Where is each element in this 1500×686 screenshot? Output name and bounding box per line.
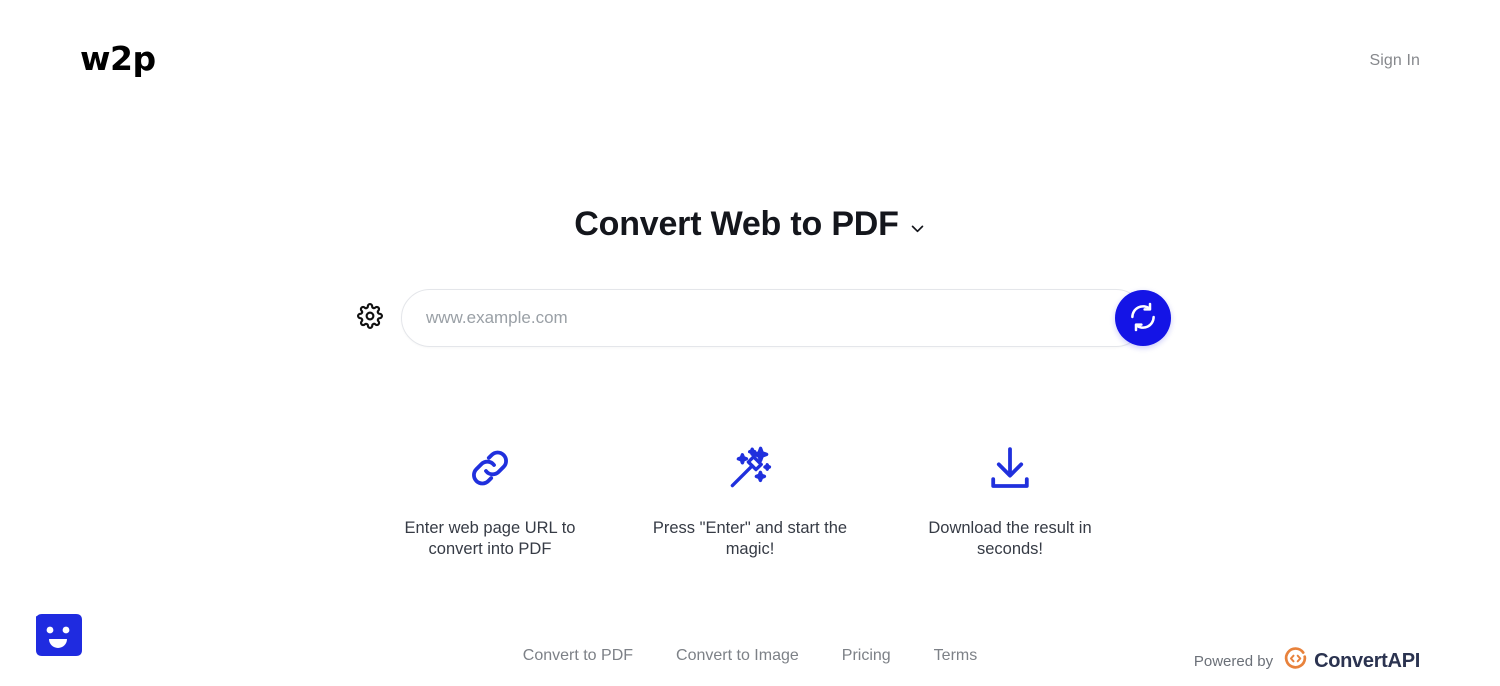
powered-by-label: Powered by — [1193, 652, 1274, 670]
conversion-type-selector[interactable]: Convert Web to PDF — [574, 205, 925, 244]
site-logo[interactable]: w2p — [80, 42, 156, 75]
footer-link-convert-to-pdf[interactable]: Convert to PDF — [523, 647, 633, 665]
download-icon — [986, 440, 1034, 496]
chat-widget-button[interactable] — [32, 610, 84, 662]
url-input-shell — [401, 289, 1171, 347]
feature-list: Enter web page URL to convert into PDF P… — [0, 440, 1500, 561]
page-title: Convert Web to PDF — [574, 205, 899, 243]
powered-by-badge[interactable]: Powered by ConvertAPI — [1194, 646, 1420, 676]
settings-gear-button[interactable] — [355, 302, 385, 334]
feature-caption: Press "Enter" and start the magic! — [652, 519, 848, 559]
url-input[interactable] — [401, 289, 1145, 347]
feature-item-magic: Press "Enter" and start the magic! — [620, 440, 880, 561]
footer-link-pricing[interactable]: Pricing — [842, 647, 891, 665]
feature-caption: Download the result in seconds! — [928, 519, 1092, 559]
refresh-convert-icon — [1128, 302, 1158, 335]
url-conversion-form — [355, 288, 1171, 348]
footer-link-terms[interactable]: Terms — [934, 647, 978, 665]
sign-in-link[interactable]: Sign In — [1369, 52, 1420, 70]
footer-link-convert-to-image[interactable]: Convert to Image — [676, 647, 799, 665]
convertapi-brand-name: ConvertAPI — [1314, 649, 1420, 672]
feature-item-download: Download the result in seconds! — [880, 440, 1140, 561]
feature-caption: Enter web page URL to convert into PDF — [404, 519, 576, 559]
hero-section: Convert Web to PDF — [0, 205, 1500, 244]
link-chain-icon — [466, 440, 514, 496]
magic-wand-icon — [726, 440, 774, 496]
feature-item-url: Enter web page URL to convert into PDF — [360, 440, 620, 561]
page-header: w2p Sign In — [0, 0, 1500, 120]
convertapi-code-circle-icon — [1283, 646, 1308, 676]
convertapi-logo: ConvertAPI — [1283, 646, 1420, 676]
convert-button[interactable] — [1115, 290, 1171, 346]
chevron-down-icon[interactable] — [909, 220, 926, 237]
gear-icon — [357, 302, 383, 334]
chat-smiley-icon — [32, 614, 84, 666]
